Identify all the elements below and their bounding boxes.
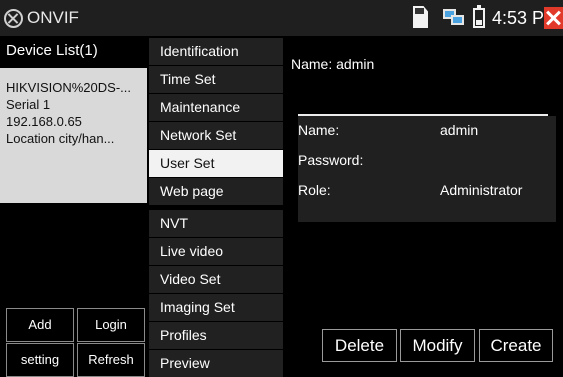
device-serial: Serial 1	[6, 97, 51, 112]
battery-icon	[473, 5, 485, 28]
field-label: Name:	[298, 122, 340, 138]
setting-button[interactable]: setting	[6, 343, 74, 377]
menu-item-live-video[interactable]: Live video	[149, 238, 283, 265]
device-list-panel: Device List(1) HIKVISION%20DS-... Serial…	[0, 36, 147, 377]
menu-item-video-set[interactable]: Video Set	[149, 266, 283, 293]
login-button[interactable]: Login	[77, 308, 145, 342]
device-list-header: Device List(1)	[6, 42, 98, 59]
device-location: Location city/han...	[6, 131, 115, 146]
menu-item-user-set[interactable]: User Set	[149, 150, 283, 177]
user-field-role[interactable]: Role: Administrator	[298, 176, 556, 222]
refresh-button[interactable]: Refresh	[77, 343, 145, 377]
device-name: HIKVISION%20DS-...	[6, 80, 131, 95]
settings-menu: Identification Time Set Maintenance Netw…	[149, 36, 283, 377]
menu-item-imaging-set[interactable]: Imaging Set	[149, 294, 283, 321]
menu-item-profiles[interactable]: Profiles	[149, 322, 283, 349]
menu-item-web-page[interactable]: Web page	[149, 178, 283, 205]
user-set-panel: Name: admin Name: admin Password: Role: …	[287, 36, 563, 377]
menu-item-nvt[interactable]: NVT	[149, 210, 283, 237]
menu-item-preview[interactable]: Preview	[149, 350, 283, 377]
close-icon[interactable]	[544, 7, 563, 29]
user-name-heading[interactable]: Name: admin	[291, 56, 374, 72]
title-bar: ONVIF 4:53 PM	[0, 0, 563, 36]
menu-item-identification[interactable]: Identification	[149, 38, 283, 65]
field-label: Role:	[298, 182, 331, 198]
menu-item-time-set[interactable]: Time Set	[149, 66, 283, 93]
onvif-app-icon	[4, 9, 23, 28]
network-icon	[443, 9, 465, 27]
field-value: admin	[440, 122, 479, 138]
modify-button[interactable]: Modify	[400, 329, 475, 362]
field-label: Password:	[298, 152, 364, 168]
device-list-item[interactable]: HIKVISION%20DS-... Serial 1 192.168.0.65…	[0, 68, 147, 203]
sd-card-icon	[413, 6, 428, 28]
menu-item-maintenance[interactable]: Maintenance	[149, 94, 283, 121]
add-button[interactable]: Add	[6, 308, 74, 342]
delete-button[interactable]: Delete	[322, 329, 397, 362]
menu-item-network-set[interactable]: Network Set	[149, 122, 283, 149]
user-field-password[interactable]: Password:	[298, 146, 556, 176]
create-button[interactable]: Create	[479, 329, 553, 362]
device-ip: 192.168.0.65	[6, 114, 82, 129]
field-value: Administrator	[440, 182, 523, 198]
app-title: ONVIF	[27, 8, 79, 27]
user-field-name[interactable]: Name: admin	[298, 116, 556, 146]
